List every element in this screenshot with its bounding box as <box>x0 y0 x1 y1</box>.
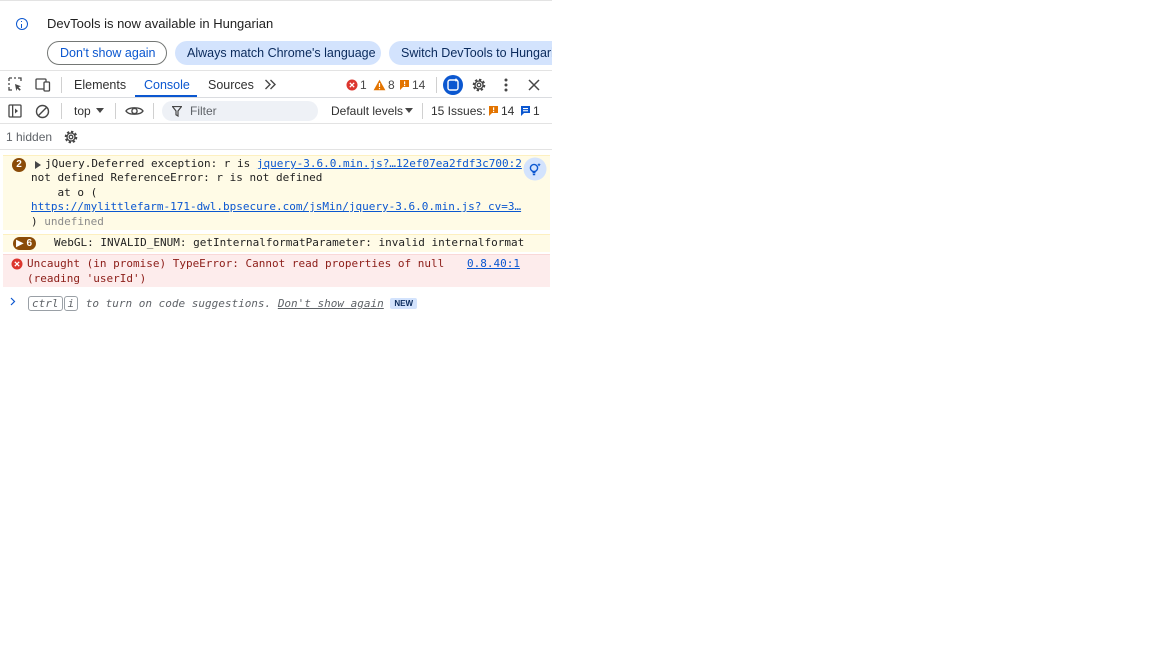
console-toolbar: top Filter Default levels 15 Issues: 14 <box>0 98 552 124</box>
message-text: WebGL: INVALID_ENUM: getInternalformatPa… <box>54 236 525 249</box>
issues-info-count[interactable]: 1 <box>533 104 540 118</box>
more-tabs-chevron-icon[interactable] <box>264 79 277 90</box>
warning-count[interactable]: 8 <box>388 78 395 92</box>
key-ctrl: ctrl <box>28 296 63 311</box>
expand-triangle-icon[interactable] <box>35 161 41 169</box>
filter-input[interactable]: Filter <box>162 101 318 121</box>
error-count[interactable]: 1 <box>360 78 367 92</box>
message-line: (reading 'userId') <box>27 272 147 285</box>
settings-gear-icon[interactable] <box>471 77 487 93</box>
divider <box>422 103 423 119</box>
repeat-count-badge: 2 <box>12 158 26 172</box>
divider <box>115 103 116 119</box>
devtools-tabbar: Elements Console Sources 1 8 14 <box>0 70 552 98</box>
issues-label[interactable]: 15 Issues: <box>431 104 486 118</box>
prompt-hint-text: to turn on code suggestions. <box>79 297 278 310</box>
close-icon[interactable] <box>528 79 540 91</box>
message-line: ) <box>31 215 45 228</box>
prompt-chevron-icon <box>10 297 16 306</box>
hidden-count-label: 1 hidden <box>6 130 53 144</box>
message-text: jQuery.Deferred exception: r is jquery-3… <box>45 157 522 170</box>
issues-warning-flag-icon <box>489 106 498 116</box>
always-match-language-button[interactable]: Always match Chrome's language <box>175 41 381 65</box>
warning-icon <box>373 79 386 91</box>
chevron-down-icon <box>96 108 104 113</box>
understand-message-lightbulb-icon[interactable] <box>523 157 547 181</box>
message-source-link[interactable]: 0.8.40:1 <box>467 257 520 270</box>
message-line: at o ( <box>31 186 98 199</box>
error-icon <box>11 258 23 270</box>
issues-flag-icon <box>400 80 409 90</box>
key-i: i <box>63 296 79 311</box>
dont-show-again-button[interactable]: Don't show again <box>47 41 167 65</box>
console-sidebar-icon[interactable] <box>8 104 22 118</box>
divider <box>436 77 437 93</box>
tab-elements[interactable]: Elements <box>74 78 126 92</box>
stack-trace-url-link[interactable]: https://mylittlefarm-171-dwl.bpsecure.co… <box>31 200 521 213</box>
message-source-link[interactable]: jquery-3.6.0.min.js?…12ef07ea2fdf3c700:2 <box>257 157 522 170</box>
console-message-warning[interactable]: ▶ 6 WebGL: INVALID_ENUM: getInternalform… <box>3 234 550 252</box>
filter-funnel-icon <box>172 106 182 117</box>
context-selector[interactable]: top <box>74 104 91 118</box>
issues-warning-count[interactable]: 14 <box>501 104 514 118</box>
return-value: undefined <box>44 215 104 228</box>
new-badge: NEW <box>390 298 418 309</box>
tab-console[interactable]: Console <box>144 78 190 92</box>
console-message-error[interactable]: Uncaught (in promise) TypeError: Cannot … <box>3 254 550 287</box>
console-prompt-input[interactable]: ctrl i to turn on code suggestions. Don't… <box>28 296 418 311</box>
ai-assistance-icon[interactable] <box>443 75 463 95</box>
device-toolbar-icon[interactable] <box>35 77 51 92</box>
error-icon <box>346 79 358 91</box>
repeat-count: 6 <box>26 238 33 249</box>
live-expression-eye-icon[interactable] <box>125 105 144 117</box>
hidden-messages-bar: 1 hidden <box>0 124 552 150</box>
active-tab-indicator <box>135 95 197 97</box>
chevron-down-icon <box>405 108 413 113</box>
switch-to-hungarian-button[interactable]: Switch DevTools to Hungari <box>389 41 552 65</box>
message-line: jQuery.Deferred exception: r is <box>45 157 257 170</box>
devtools-panel: DevTools is now available in Hungarian D… <box>0 0 552 648</box>
language-infobar: DevTools is now available in Hungarian D… <box>0 0 552 71</box>
divider <box>61 77 62 93</box>
message-line: not defined ReferenceError: r is not def… <box>31 171 323 184</box>
divider <box>61 103 62 119</box>
issues-count[interactable]: 14 <box>412 78 425 92</box>
more-options-kebab-icon[interactable] <box>504 77 508 93</box>
log-levels-dropdown[interactable]: Default levels <box>331 104 403 118</box>
console-settings-gear-icon[interactable] <box>63 129 79 145</box>
tab-sources[interactable]: Sources <box>208 78 254 92</box>
infobar-title: DevTools is now available in Hungarian <box>47 16 274 31</box>
console-message-warning[interactable]: 2 jQuery.Deferred exception: r is jquery… <box>3 155 550 230</box>
issues-info-flag-icon <box>521 106 530 116</box>
message-line: ) undefined <box>31 215 104 228</box>
divider <box>153 103 154 119</box>
filter-placeholder: Filter <box>190 104 217 118</box>
dont-show-again-link[interactable]: Don't show again <box>278 297 384 310</box>
message-text: Uncaught (in promise) TypeError: Cannot … <box>27 257 445 270</box>
repeat-count-badge: ▶ 6 <box>13 237 37 250</box>
inspect-element-icon[interactable] <box>8 77 23 92</box>
info-icon <box>16 18 28 30</box>
clear-console-icon[interactable] <box>35 104 50 119</box>
